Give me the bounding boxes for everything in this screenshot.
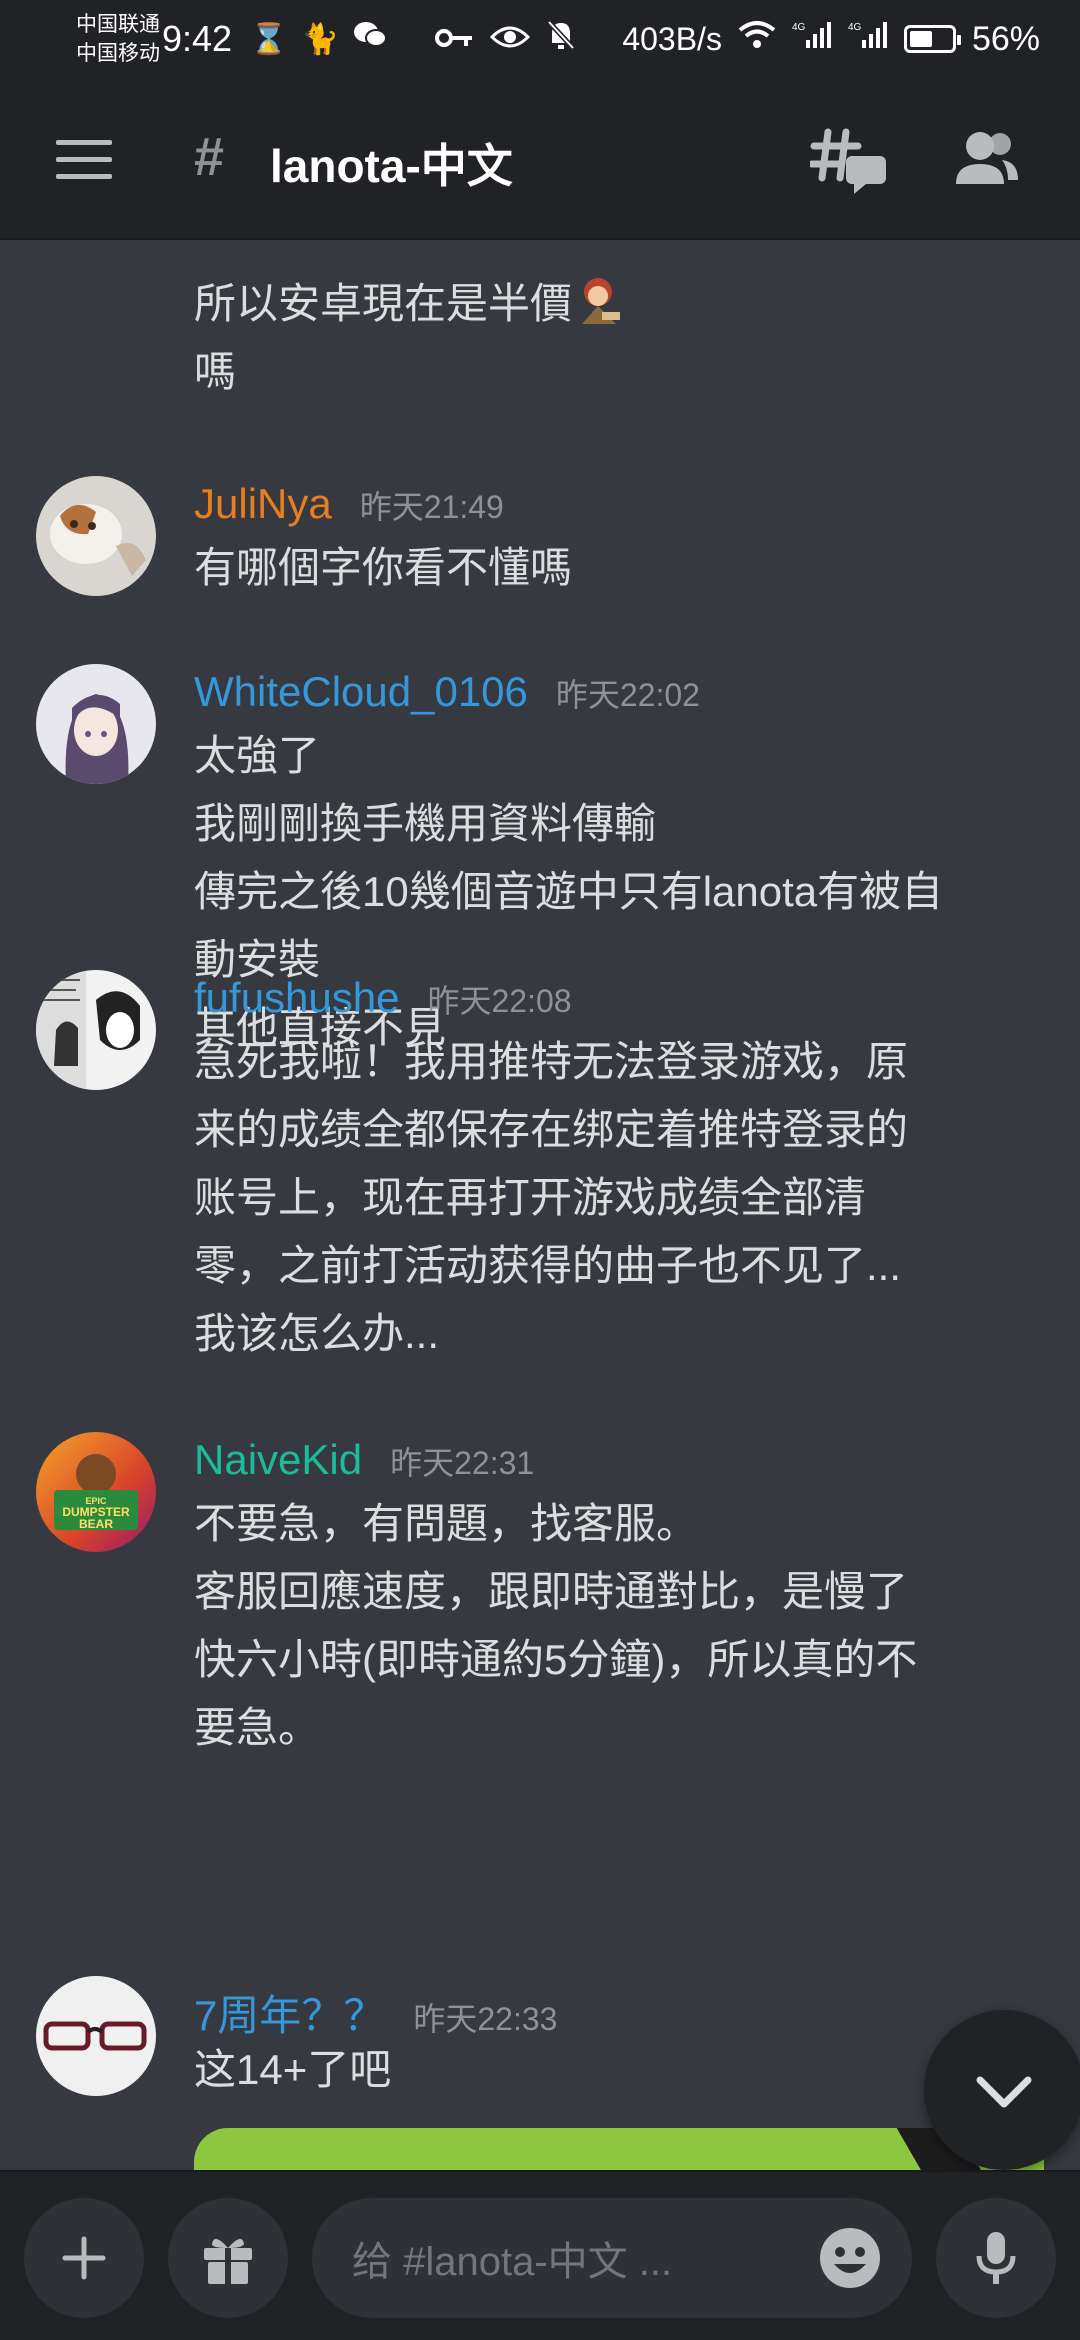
message-line: 我该怎么办... xyxy=(194,1310,440,1357)
avatar-text-bear: BEAR xyxy=(79,1517,113,1531)
message-content: 有哪個字你看不懂嗎 xyxy=(194,534,1050,602)
channel-title: lanota-中文 xyxy=(270,140,513,192)
sticker-emoji-icon xyxy=(572,278,626,327)
message-input-placeholder: 给 #lanota-中文 ... xyxy=(352,2240,673,2284)
message-line: 账号上，现在再打开游戏成绩全部清 xyxy=(194,1174,867,1221)
message-line: 我剛剛換手機用資料傳輸 xyxy=(194,800,657,847)
avatar[interactable]: EPIC DUMPSTER BEAR xyxy=(36,1432,156,1552)
message-line: 零，之前打活动获得的曲子也不见了... xyxy=(194,1242,902,1289)
message-composer: 给 #lanota-中文 ... xyxy=(0,2170,1080,2340)
hourglass-icon: ⌛ xyxy=(250,22,288,56)
username[interactable]: WhiteCloud_0106 xyxy=(194,668,528,716)
timestamp: 昨天22:31 xyxy=(390,1445,535,1481)
hamburger-menu-icon[interactable] xyxy=(56,140,112,180)
gift-button[interactable] xyxy=(168,2198,288,2318)
message-header: 7周年？？ 昨天22:33 xyxy=(194,1982,557,2043)
voice-message-button[interactable] xyxy=(936,2198,1056,2318)
username[interactable]: fufushushe xyxy=(194,974,400,1022)
message-line: 所以安卓現在是半價 xyxy=(194,280,573,327)
plus-icon xyxy=(62,2236,106,2280)
eye-icon xyxy=(490,20,531,59)
channel-header: # lanota-中文 xyxy=(0,78,1080,240)
message-content: 这14+了吧 xyxy=(194,2036,1050,2104)
key-icon xyxy=(434,20,474,59)
message-line: 这14+了吧 xyxy=(194,2046,392,2093)
network-speed: 403B/s xyxy=(622,20,722,57)
timestamp: 昨天22:33 xyxy=(413,2001,558,2037)
battery-percent: 56% xyxy=(971,19,1040,58)
avatar[interactable] xyxy=(36,476,156,596)
carrier-1: 中国联通 xyxy=(76,13,160,36)
message-list[interactable]: 所以安卓現在是半價 嗎 JuliNya 昨天21:49 有哪個字你看不懂嗎 Wh… xyxy=(0,240,1080,2170)
message-line: 客服回應速度，跟即時通對比，是慢了 xyxy=(194,1568,909,1615)
add-attachment-button[interactable] xyxy=(24,2198,144,2318)
message-line: 要急。 xyxy=(194,1704,321,1751)
chevron-down-icon xyxy=(976,2076,1032,2108)
username[interactable]: 7周年？？ xyxy=(194,1982,385,2043)
message-header: JuliNya 昨天21:49 xyxy=(194,480,504,528)
message-content: 不要急，有問題，找客服。 客服回應速度，跟即時通對比，是慢了 快六小時(即時通約… xyxy=(194,1490,1050,1762)
emoji-button[interactable] xyxy=(818,2226,882,2290)
carrier-2: 中国移动 xyxy=(76,42,160,65)
cat-app-icon: 🐈 xyxy=(301,22,339,56)
timestamp: 昨天22:02 xyxy=(555,677,700,713)
message-line: 傳完之後10幾個音遊中只有lanota有被自 xyxy=(194,868,944,915)
wifi-icon xyxy=(738,20,776,59)
message-line: 来的成绩全都保存在绑定着推特登录的 xyxy=(194,1106,909,1153)
status-bar: 中国联通 中国移动 9:42 ⌛ 🐈 403B/s 4G 4G 56% xyxy=(0,0,1080,78)
message-input[interactable]: 给 #lanota-中文 ... xyxy=(312,2198,912,2318)
timestamp: 昨天21:49 xyxy=(359,489,504,525)
svg-text:4G: 4G xyxy=(792,22,806,33)
mute-bell-icon xyxy=(546,19,576,60)
scroll-to-bottom-button[interactable] xyxy=(924,2010,1080,2170)
signal-4g-icon-2: 4G xyxy=(848,20,888,59)
clock: 9:42 xyxy=(162,18,233,59)
message-header: NaiveKid 昨天22:31 xyxy=(194,1436,534,1484)
message-line: 快六小時(即時通約5分鐘)，所以真的不 xyxy=(194,1636,918,1683)
message-line: 太強了 xyxy=(194,732,321,779)
message-content: 急死我啦！我用推特无法登录游戏，原 来的成绩全都保存在绑定着推特登录的 账号上，… xyxy=(194,1028,1050,1368)
message-header: WhiteCloud_0106 昨天22:02 xyxy=(194,668,700,716)
message-content: 所以安卓現在是半價 嗎 xyxy=(194,270,1050,406)
notification-icons: ⌛ 🐈 xyxy=(250,20,387,58)
battery-icon xyxy=(903,25,961,53)
message-header: fufushushe 昨天22:08 xyxy=(194,974,572,1022)
gift-icon xyxy=(204,2238,252,2284)
smiley-icon xyxy=(820,2228,880,2288)
avatar[interactable] xyxy=(36,970,156,1090)
threads-icon[interactable] xyxy=(808,122,890,202)
message-line: 有哪個字你看不懂嗎 xyxy=(194,544,573,591)
username[interactable]: NaiveKid xyxy=(194,1436,362,1484)
channel-hash-icon: # xyxy=(194,127,225,187)
svg-text:4G: 4G xyxy=(848,22,862,33)
username[interactable]: JuliNya xyxy=(194,480,332,528)
members-icon[interactable] xyxy=(952,126,1022,196)
microphone-icon xyxy=(976,2232,1016,2284)
carrier-names: 中国联通 中国移动 xyxy=(76,10,160,68)
avatar[interactable] xyxy=(36,664,156,784)
wechat-icon xyxy=(353,20,387,58)
timestamp: 昨天22:08 xyxy=(427,983,572,1019)
signal-4g-icon-1: 4G xyxy=(792,20,832,59)
message-line: 嗎 xyxy=(194,348,237,395)
avatar[interactable] xyxy=(36,1976,156,2096)
system-status: 403B/s 4G 4G 56% xyxy=(434,19,1040,60)
message-line: 不要急，有問題，找客服。 xyxy=(194,1500,699,1547)
message-line: 急死我啦！我用推特无法登录游戏，原 xyxy=(194,1038,909,1085)
